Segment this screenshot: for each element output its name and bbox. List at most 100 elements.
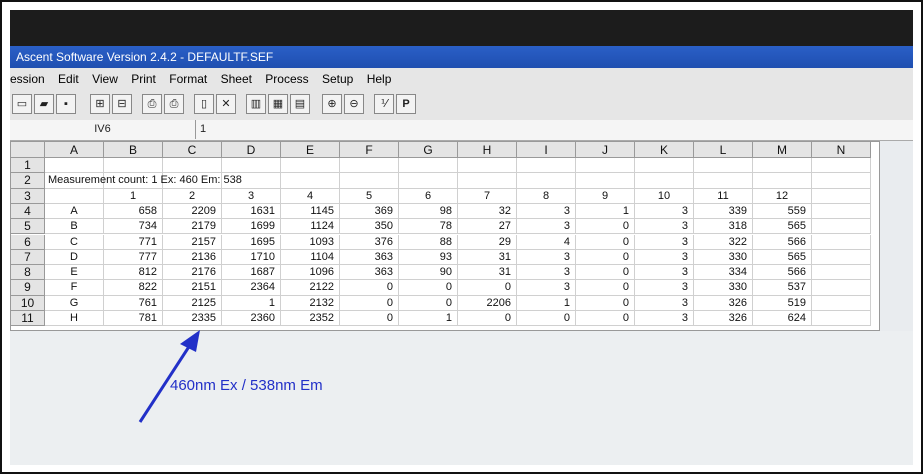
open-folder-icon[interactable]: ▰ — [34, 94, 54, 114]
column-label-cell[interactable]: 11 — [694, 188, 753, 204]
data-cell[interactable]: 29 — [458, 234, 517, 250]
grid-cell[interactable] — [45, 158, 104, 174]
data-cell[interactable]: 2136 — [163, 249, 222, 266]
data-cell[interactable]: 0 — [517, 311, 576, 327]
grid-cell[interactable] — [281, 158, 340, 174]
grid-cell[interactable] — [635, 158, 694, 174]
menu-print[interactable]: Print — [131, 68, 156, 90]
row-header[interactable]: 2 — [11, 173, 45, 189]
data-cell[interactable]: 658 — [104, 203, 163, 220]
cell-reference[interactable]: IV6 — [10, 120, 196, 139]
data-cell[interactable]: 2179 — [163, 219, 222, 235]
data-cell[interactable]: 822 — [104, 280, 163, 296]
row-header[interactable]: 8 — [11, 265, 45, 281]
data-cell[interactable]: 566 — [753, 234, 812, 250]
data-cell[interactable]: 1687 — [222, 265, 281, 281]
data-cell[interactable]: 519 — [753, 295, 812, 311]
page-icon[interactable]: ▯ — [194, 94, 214, 114]
row-header[interactable]: 7 — [11, 249, 45, 266]
data-cell[interactable]: 3 — [635, 203, 694, 220]
grid-cell[interactable] — [399, 158, 458, 174]
data-cell[interactable]: 1 — [576, 203, 635, 220]
menu-edit[interactable]: Edit — [58, 68, 79, 90]
column-header[interactable]: N — [812, 142, 871, 158]
data-cell[interactable]: 0 — [576, 219, 635, 235]
column-header[interactable]: L — [694, 142, 753, 158]
data-cell[interactable]: 3 — [517, 203, 576, 220]
grid-cell[interactable] — [694, 173, 753, 189]
grid-cell[interactable] — [753, 158, 812, 174]
data-cell[interactable]: 3 — [517, 265, 576, 281]
row-label-cell[interactable]: D — [45, 249, 104, 266]
data-cell[interactable]: 330 — [694, 280, 753, 296]
data-cell[interactable]: 93 — [399, 249, 458, 266]
grid-cell[interactable] — [576, 158, 635, 174]
data-cell[interactable]: 334 — [694, 265, 753, 281]
menu-help[interactable]: Help — [367, 68, 392, 90]
grid-cell[interactable] — [812, 188, 871, 204]
data-cell[interactable]: 2132 — [281, 295, 340, 311]
data-cell[interactable]: 326 — [694, 311, 753, 327]
data-cell[interactable]: 2209 — [163, 203, 222, 220]
data-cell[interactable]: 376 — [340, 234, 399, 250]
column-label-cell[interactable]: 4 — [281, 188, 340, 204]
data-cell[interactable]: 734 — [104, 219, 163, 235]
grid-cell[interactable] — [45, 188, 104, 204]
data-cell[interactable]: 3 — [635, 265, 694, 281]
grid-cell[interactable] — [576, 173, 635, 189]
print-preview-icon[interactable]: ⎙ — [164, 94, 184, 114]
data-cell[interactable]: 1710 — [222, 249, 281, 266]
print-icon[interactable]: ⎙ — [142, 94, 162, 114]
formula-input[interactable]: 1 — [200, 120, 206, 139]
data-cell[interactable]: 88 — [399, 234, 458, 250]
column-label-cell[interactable]: 10 — [635, 188, 694, 204]
data-cell[interactable]: 3 — [517, 249, 576, 266]
column-header[interactable]: H — [458, 142, 517, 158]
data-cell[interactable]: 559 — [753, 203, 812, 220]
new-file-icon[interactable]: ▭ — [12, 94, 32, 114]
save-icon[interactable]: ▪ — [56, 94, 76, 114]
row-header[interactable]: 6 — [11, 234, 45, 250]
data-cell[interactable]: 812 — [104, 265, 163, 281]
corner-header[interactable] — [11, 142, 45, 158]
grid-cell[interactable] — [812, 158, 871, 174]
row-header[interactable]: 3 — [11, 188, 45, 204]
data-cell[interactable]: 624 — [753, 311, 812, 327]
column-label-cell[interactable]: 1 — [104, 188, 163, 204]
column-chart-icon[interactable]: ▥ — [246, 94, 266, 114]
grid-cell[interactable] — [458, 173, 517, 189]
data-cell[interactable]: 27 — [458, 219, 517, 235]
data-cell[interactable]: 1695 — [222, 234, 281, 250]
data-cell[interactable]: 1124 — [281, 219, 340, 235]
data-cell[interactable]: 0 — [576, 295, 635, 311]
zoom-out-icon[interactable]: ⊖ — [344, 94, 364, 114]
grid-cell[interactable] — [399, 173, 458, 189]
graph-icon[interactable]: ▤ — [290, 94, 310, 114]
grid-cell[interactable] — [340, 158, 399, 174]
data-cell[interactable]: 566 — [753, 265, 812, 281]
data-cell[interactable]: 2151 — [163, 280, 222, 296]
column-header[interactable]: E — [281, 142, 340, 158]
data-cell[interactable]: 0 — [340, 295, 399, 311]
data-cell[interactable]: 90 — [399, 265, 458, 281]
data-cell[interactable]: 32 — [458, 203, 517, 220]
grid-cell[interactable] — [458, 158, 517, 174]
data-cell[interactable]: 0 — [576, 265, 635, 281]
data-cell[interactable]: 0 — [576, 249, 635, 266]
column-label-cell[interactable]: 12 — [753, 188, 812, 204]
row-label-cell[interactable]: C — [45, 234, 104, 250]
data-cell[interactable]: 1 — [399, 311, 458, 327]
menu-session[interactable]: ession — [10, 68, 45, 90]
data-cell[interactable]: 318 — [694, 219, 753, 235]
data-cell[interactable]: 3 — [635, 311, 694, 327]
data-cell[interactable]: 2360 — [222, 311, 281, 327]
data-cell[interactable]: 322 — [694, 234, 753, 250]
data-cell[interactable]: 3 — [517, 219, 576, 235]
data-cell[interactable]: 0 — [458, 280, 517, 296]
data-cell[interactable]: 1631 — [222, 203, 281, 220]
data-cell[interactable]: 0 — [458, 311, 517, 327]
data-cell[interactable]: 3 — [635, 280, 694, 296]
row-header[interactable]: 4 — [11, 203, 45, 220]
column-label-cell[interactable]: 6 — [399, 188, 458, 204]
row-header[interactable]: 10 — [11, 295, 45, 311]
